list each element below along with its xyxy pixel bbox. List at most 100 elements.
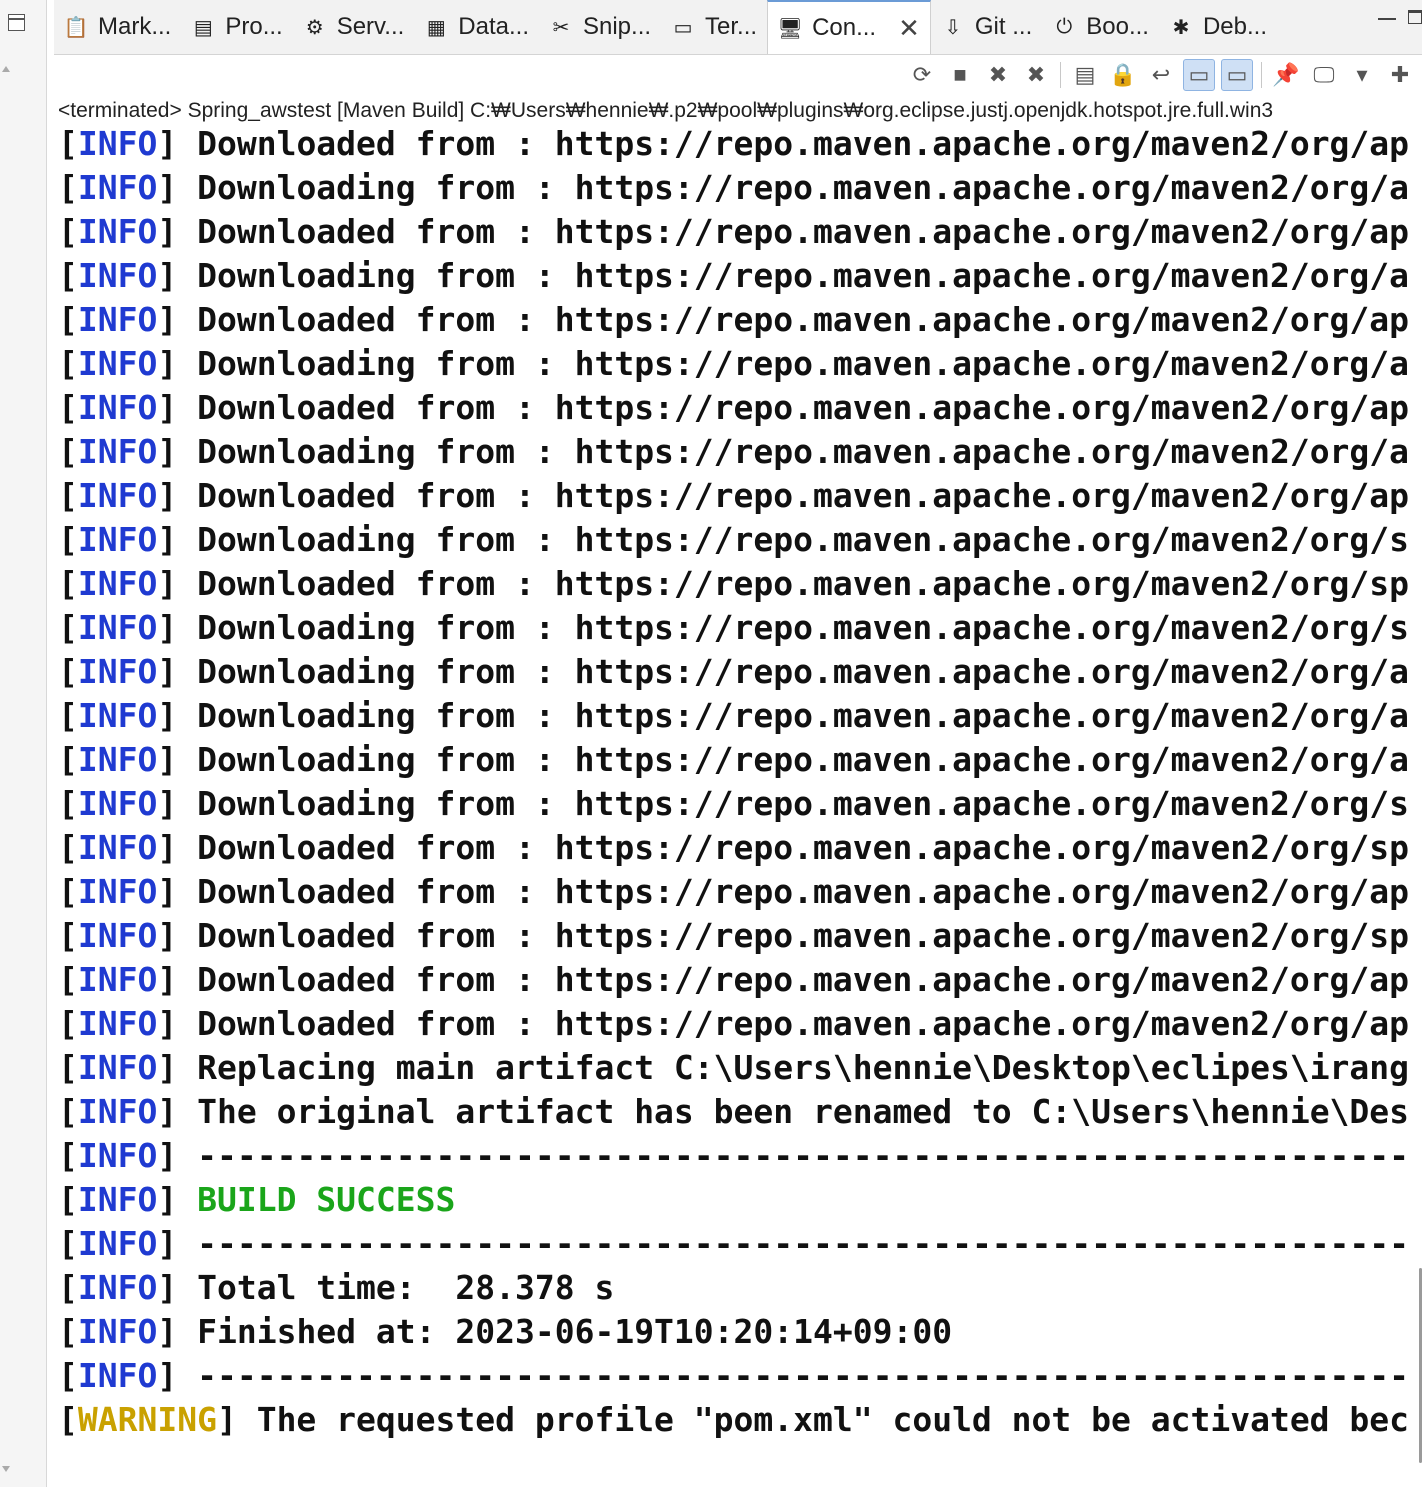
console-line: [INFO] Downloaded from : https://repo.ma… xyxy=(58,477,1412,521)
bracket-open: [ xyxy=(58,256,78,295)
terminate-icon[interactable]: ■ xyxy=(944,59,976,91)
bracket-close: ] xyxy=(157,652,178,691)
bracket-close: ] xyxy=(157,476,178,515)
log-level-tag: INFO xyxy=(77,828,158,867)
bracket-close: ] xyxy=(157,432,178,471)
tab-snippets[interactable]: ✂ Snip... xyxy=(539,0,661,54)
log-level-tag: INFO xyxy=(77,608,158,647)
tab-label: Snip... xyxy=(582,13,652,40)
scroll-down-icon[interactable] xyxy=(2,1466,10,1472)
clear-console-icon[interactable]: ▤ xyxy=(1069,59,1101,91)
console-line: [INFO] Downloading from : https://repo.m… xyxy=(58,433,1412,477)
maximize-icon[interactable] xyxy=(1408,10,1422,24)
scroll-up-icon[interactable] xyxy=(2,66,10,72)
boot-dashboard-icon: ⏻ xyxy=(1056,15,1073,38)
log-level-tag: INFO xyxy=(77,960,158,999)
bracket-open: [ xyxy=(58,1312,78,1351)
log-message: Downloaded from : https://repo.maven.apa… xyxy=(177,125,1410,163)
bracket-open: [ xyxy=(58,212,78,251)
tab-label: Data... xyxy=(458,13,529,40)
tab-label: Con... xyxy=(812,14,877,41)
bracket-close: ] xyxy=(157,1268,178,1307)
log-level-tag: INFO xyxy=(77,1312,158,1351)
close-icon[interactable]: ✕ xyxy=(898,13,920,44)
tab-debug[interactable]: ✱ Deb... xyxy=(1159,0,1277,54)
log-level-tag: INFO xyxy=(77,300,158,339)
log-message: Downloaded from : https://repo.maven.apa… xyxy=(177,872,1410,911)
tab-servers[interactable]: ⚙ Serv... xyxy=(293,0,415,54)
console-line: [INFO] Downloading from : https://repo.m… xyxy=(58,257,1412,301)
log-message: Downloaded from : https://repo.maven.apa… xyxy=(177,828,1410,867)
remove-launch-icon[interactable]: ✖ xyxy=(982,59,1014,91)
console-line: [INFO] Downloading from : https://repo.m… xyxy=(58,741,1412,785)
show-on-stderr-icon[interactable]: ▭ xyxy=(1221,59,1253,91)
tab-terminal[interactable]: ▭ Ter... xyxy=(661,0,767,54)
bracket-close: ] xyxy=(216,1400,237,1439)
console-line: [INFO] Downloaded from : https://repo.ma… xyxy=(58,125,1412,169)
scroll-lock-icon[interactable]: 🔒 xyxy=(1107,59,1139,91)
log-level-tag: INFO xyxy=(77,168,158,207)
sync-icon[interactable]: ⟳ xyxy=(906,59,938,91)
bracket-close: ] xyxy=(157,564,178,603)
console-icon: 🖥 xyxy=(777,17,803,40)
log-level-tag: INFO xyxy=(77,1004,158,1043)
pin-console-icon[interactable]: 📌 xyxy=(1270,59,1302,91)
log-message: Downloaded from : https://repo.maven.apa… xyxy=(177,388,1410,427)
console-line: [INFO] The original artifact has been re… xyxy=(58,1093,1412,1137)
tab-console[interactable]: 🖥 Con... ✕ xyxy=(767,0,931,54)
log-level-tag: INFO xyxy=(77,432,158,471)
toolbar-separator xyxy=(1261,62,1262,88)
console-line: [INFO] Downloaded from : https://repo.ma… xyxy=(58,389,1412,433)
console-line: [INFO] ---------------------------------… xyxy=(58,1137,1412,1181)
log-message: Downloading from : https://repo.maven.ap… xyxy=(177,740,1410,779)
show-on-stdout-icon[interactable]: ▭ xyxy=(1183,59,1215,91)
console-line: [INFO] Replacing main artifact C:\Users\… xyxy=(58,1049,1412,1093)
log-message: Total time: 28.378 s xyxy=(177,1268,615,1307)
console-line: [INFO] Total time: 28.378 s xyxy=(58,1269,1412,1313)
log-message: Downloaded from : https://repo.maven.apa… xyxy=(177,300,1410,339)
console-line: [INFO] Finished at: 2023-06-19T10:20:14+… xyxy=(58,1313,1412,1357)
console-output[interactable]: [INFO] Downloaded from : https://repo.ma… xyxy=(58,125,1412,1487)
bracket-close: ] xyxy=(157,388,178,427)
bracket-open: [ xyxy=(58,916,78,955)
tab-label: Git ... xyxy=(974,13,1033,40)
console-line: [INFO] Downloading from : https://repo.m… xyxy=(58,345,1412,389)
bracket-open: [ xyxy=(58,1004,78,1043)
view-window-controls xyxy=(1378,10,1422,24)
bracket-close: ] xyxy=(157,872,178,911)
tab-markers[interactable]: 📋 Mark... xyxy=(54,0,181,54)
log-message: ----------------------------------------… xyxy=(197,1136,1412,1175)
console-line: [INFO] Downloading from : https://repo.m… xyxy=(58,521,1412,565)
log-level-tag: INFO xyxy=(77,388,158,427)
bracket-open: [ xyxy=(58,432,78,471)
bracket-close: ] xyxy=(157,212,178,251)
chevron-down-icon[interactable]: ▾ xyxy=(1346,59,1378,91)
display-selected-console-icon[interactable]: 🖵 xyxy=(1308,59,1340,91)
tab-git-staging[interactable]: ⇩ Git ... xyxy=(931,0,1042,54)
log-level-tag: WARNING xyxy=(77,1400,217,1439)
log-level-tag: INFO xyxy=(77,476,158,515)
tab-properties[interactable]: ▤ Pro... xyxy=(181,0,292,54)
restore-view-icon[interactable] xyxy=(8,14,25,31)
tab-data-source-explorer[interactable]: ▦ Data... xyxy=(414,0,539,54)
console-line: [INFO] BUILD SUCCESS xyxy=(58,1181,1412,1225)
minimize-icon[interactable] xyxy=(1378,18,1396,20)
console-line: [INFO] Downloaded from : https://repo.ma… xyxy=(58,1005,1412,1049)
log-level-tag: INFO xyxy=(77,125,158,163)
bracket-close: ] xyxy=(157,696,178,735)
tab-label: Ter... xyxy=(705,13,758,40)
console-line: [INFO] Downloading from : https://repo.m… xyxy=(58,785,1412,829)
tab-label: Deb... xyxy=(1202,13,1267,40)
bracket-open: [ xyxy=(58,1400,78,1439)
log-message: Downloading from : https://repo.maven.ap… xyxy=(177,696,1410,735)
bracket-close: ] xyxy=(157,828,178,867)
bracket-close: ] xyxy=(157,1048,178,1087)
bracket-open: [ xyxy=(58,828,78,867)
remove-all-terminated-icon[interactable]: ✖ xyxy=(1020,59,1052,91)
word-wrap-icon[interactable]: ↩ xyxy=(1145,59,1177,91)
tab-label: Serv... xyxy=(336,13,405,40)
markers-icon: 📋 xyxy=(63,16,89,39)
log-message: Downloading from : https://repo.maven.ap… xyxy=(177,652,1410,691)
tab-boot-dashboard[interactable]: ⏻ Boo... xyxy=(1042,0,1159,54)
open-console-icon[interactable]: ✚ xyxy=(1384,59,1416,91)
